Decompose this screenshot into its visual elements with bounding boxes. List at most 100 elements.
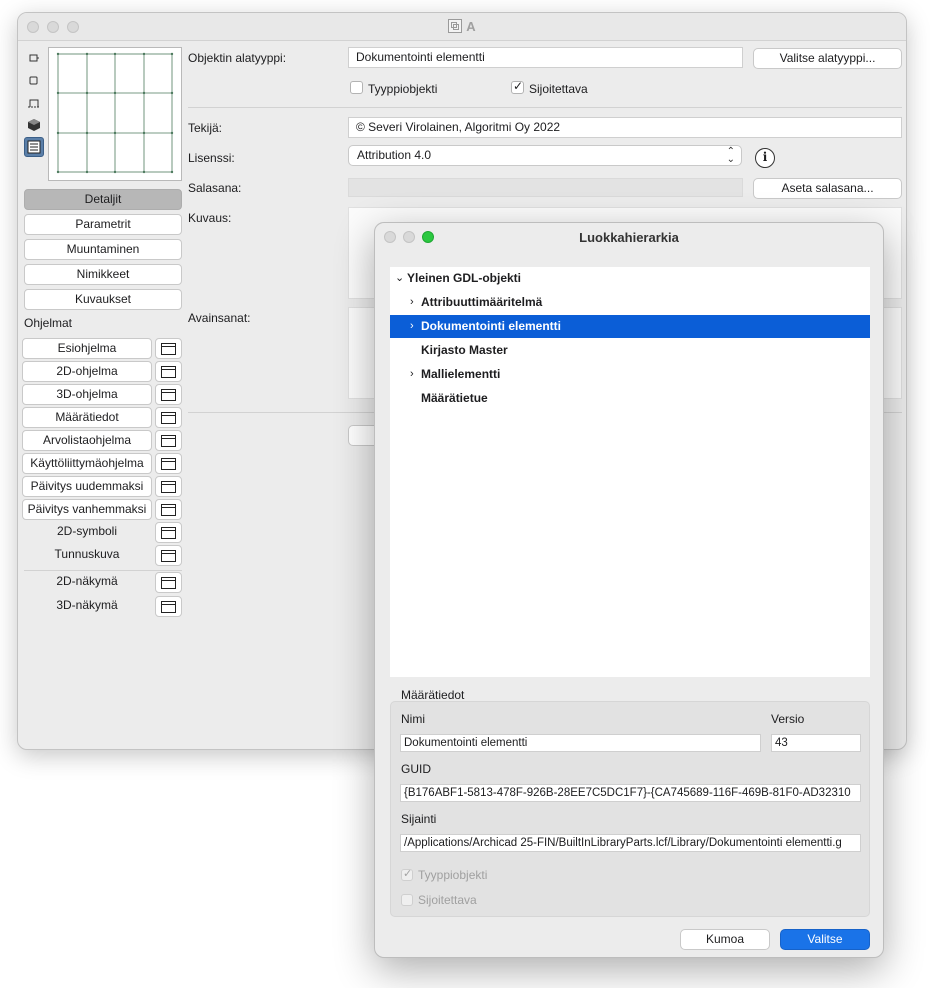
tree-row[interactable]: Kirjasto Master (390, 339, 870, 362)
script-edit-icon (161, 412, 176, 424)
program-master-script-edit-button[interactable] (155, 338, 182, 359)
version-field[interactable]: 43 (771, 734, 861, 752)
type-object-label: Tyyppiobjekti (368, 82, 438, 96)
description-label: Kuvaus: (188, 211, 232, 225)
details-view-icon[interactable] (24, 137, 44, 157)
password-field (348, 178, 743, 197)
tree-row-label: Kirjasto Master (421, 343, 508, 357)
floor-plan-view-icon[interactable] (24, 49, 44, 69)
program-2d-script-button[interactable]: 2D-ohjelma (22, 361, 152, 382)
program-2d-script-edit-button[interactable] (155, 361, 182, 382)
program-backward-migration-button[interactable]: Päivitys vanhemmaksi (22, 499, 152, 520)
nav-descriptions-button[interactable]: Kuvaukset (24, 289, 182, 310)
form-divider (188, 107, 902, 108)
disclosure-chevron-icon[interactable]: › (410, 315, 414, 338)
3d-view-icon[interactable] (24, 115, 44, 135)
program-3d-script-button[interactable]: 3D-ohjelma (22, 384, 152, 405)
view-mode-icons (24, 49, 46, 159)
program-3d-view-label: 3D-näkymä (56, 598, 118, 612)
window-title-text: A (466, 19, 476, 34)
tree-row[interactable]: › Dokumentointi elementti (390, 315, 870, 338)
object-icon (448, 19, 463, 33)
script-edit-icon (161, 527, 176, 539)
tree-row[interactable]: › Mallielementti (390, 363, 870, 386)
hierarchy-tree[interactable]: ⌄ Yleinen GDL-objekti › Attribuuttimääri… (390, 267, 870, 677)
script-edit-icon (161, 389, 176, 401)
location-field[interactable]: /Applications/Archicad 25-FIN/BuiltInLib… (400, 834, 861, 852)
script-edit-icon (161, 343, 176, 355)
program-3d-view-edit-button[interactable] (155, 596, 182, 617)
dialog-title: Luokkahierarkia (579, 230, 679, 245)
nav-labels-button[interactable]: Nimikkeet (24, 264, 182, 285)
program-2d-view-label: 2D-näkymä (56, 574, 118, 588)
location-label: Sijainti (401, 812, 437, 826)
license-popup[interactable]: Attribution 4.0 ⌃ ⌄ (348, 145, 742, 166)
tree-row[interactable]: ⌄ Yleinen GDL-objekti (390, 267, 870, 290)
script-edit-icon (161, 458, 176, 470)
script-edit-icon (161, 366, 176, 378)
guid-field[interactable]: {B176ABF1-5813-478F-926B-28EE7C5DC1F7}-{… (400, 784, 861, 802)
program-forward-migration-button[interactable]: Päivitys uudemmaksi (22, 476, 152, 497)
dialog-type-object-checkbox (401, 867, 413, 881)
program-2d-view-edit-button[interactable] (155, 572, 182, 593)
class-hierarchy-dialog: Luokkahierarkia ⌄ Yleinen GDL-objekti › … (374, 222, 884, 958)
program-properties-script-button[interactable]: Määrätiedot (22, 407, 152, 428)
tree-row-label: Määrätietue (421, 391, 488, 405)
details-group: Nimi Versio Dokumentointi elementti 43 G… (390, 701, 870, 917)
details-group-title: Määrätiedot (401, 688, 465, 702)
elevation-view-icon[interactable] (24, 93, 44, 113)
program-master-script-button[interactable]: Esiohjelma (22, 338, 152, 359)
set-password-button[interactable]: Aseta salasana... (753, 178, 902, 199)
tree-row-label: Mallielementti (421, 367, 501, 381)
object-preview (48, 47, 182, 181)
version-label: Versio (771, 712, 805, 726)
section-view-icon[interactable] (24, 71, 44, 91)
placeable-checkbox[interactable] (511, 79, 524, 94)
license-popup-value: Attribution 4.0 (357, 148, 432, 162)
script-edit-icon (161, 435, 176, 447)
choose-subtype-button[interactable]: Valitse alatyyppi... (753, 48, 902, 69)
cancel-button[interactable]: Kumoa (680, 929, 770, 950)
program-parameter-script-button[interactable]: Arvolistaohjelma (22, 430, 152, 451)
disclosure-chevron-icon[interactable]: › (410, 291, 414, 314)
info-icon[interactable]: i (755, 148, 775, 168)
program-2d-symbol-edit-button[interactable] (155, 522, 182, 543)
program-ui-script-button[interactable]: Käyttöliittymäohjelma (22, 453, 152, 474)
author-field[interactable]: © Severi Virolainen, Algoritmi Oy 2022 (348, 117, 902, 138)
tree-row-label: Yleinen GDL-objekti (407, 271, 522, 285)
name-label: Nimi (401, 712, 425, 726)
tree-row[interactable]: › Attribuuttimääritelmä (390, 291, 870, 314)
window-title: A (18, 19, 906, 34)
nav-details-button[interactable]: Detaljit (24, 189, 182, 210)
author-label: Tekijä: (188, 121, 223, 135)
keywords-label: Avainsanat: (188, 311, 251, 325)
popup-chevron-icon: ⌃ ⌄ (726, 146, 735, 165)
script-edit-icon (161, 504, 176, 516)
program-forward-migration-edit-button[interactable] (155, 476, 182, 497)
name-field[interactable]: Dokumentointi elementti (400, 734, 761, 752)
tree-row-label: Attribuuttimääritelmä (421, 295, 543, 309)
program-ui-script-edit-button[interactable] (155, 453, 182, 474)
guid-label: GUID (401, 762, 431, 776)
tree-row-label: Dokumentointi elementti (421, 319, 562, 333)
program-preview-picture-label: Tunnuskuva (54, 547, 120, 561)
type-object-checkbox[interactable] (350, 81, 363, 94)
license-label: Lisenssi: (188, 151, 235, 165)
disclosure-chevron-icon[interactable]: ⌄ (395, 267, 404, 290)
password-label: Salasana: (188, 181, 242, 195)
script-edit-icon (161, 481, 176, 493)
script-edit-icon (161, 577, 176, 589)
nav-transform-button[interactable]: Muuntaminen (24, 239, 182, 260)
program-3d-script-edit-button[interactable] (155, 384, 182, 405)
nav-parameters-button[interactable]: Parametrit (24, 214, 182, 235)
disclosure-chevron-icon[interactable]: › (410, 363, 414, 386)
select-button[interactable]: Valitse (780, 929, 870, 950)
dialog-placeable-checkbox (401, 894, 413, 906)
placeable-label: Sijoitettava (529, 82, 588, 96)
tree-row[interactable]: Määrätietue (390, 387, 870, 410)
program-parameter-script-edit-button[interactable] (155, 430, 182, 451)
program-backward-migration-edit-button[interactable] (155, 499, 182, 520)
script-edit-icon (161, 550, 176, 562)
program-preview-picture-edit-button[interactable] (155, 545, 182, 566)
program-properties-script-edit-button[interactable] (155, 407, 182, 428)
